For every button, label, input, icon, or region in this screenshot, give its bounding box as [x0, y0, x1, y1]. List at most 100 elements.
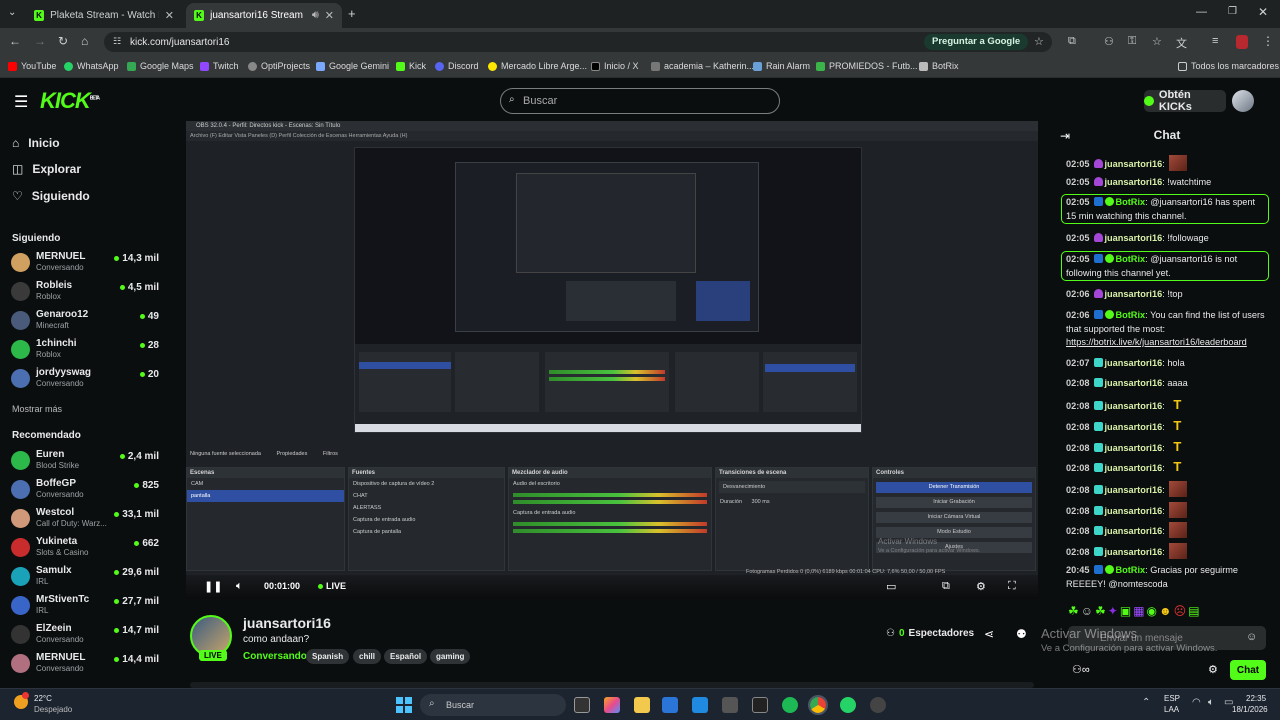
sidebar-channel[interactable]: Genaroo12 Minecraft 49 — [11, 308, 161, 336]
message-username[interactable]: juansartori16 — [1105, 463, 1163, 473]
outlook-icon[interactable] — [692, 697, 708, 713]
pause-icon[interactable]: ❚❚ — [204, 580, 222, 593]
close-tab-icon[interactable]: ✕ — [325, 9, 334, 22]
hamburger-menu-icon[interactable]: ☰ — [14, 92, 28, 112]
emote-4-icon[interactable]: ✦ — [1108, 604, 1120, 618]
taskbar-search[interactable]: ⌕ Buscar — [420, 694, 566, 716]
translate-icon[interactable]: 文 — [1176, 35, 1187, 51]
pip-icon[interactable]: ⧉ — [942, 580, 950, 593]
menu-dots-icon[interactable]: ⋮ — [1262, 34, 1274, 48]
tab-list-icon[interactable]: ⌄ — [8, 7, 16, 18]
bookmark-star-icon[interactable]: ☆ — [1034, 35, 1044, 48]
sidebar-channel[interactable]: Yukineta Slots & Casino 662 — [11, 535, 161, 563]
kick-logo[interactable]: KICKBETA — [40, 88, 100, 114]
nav-siguiendo[interactable]: ♡ Siguiendo — [12, 189, 90, 203]
sidebar-channel[interactable]: jordyyswag Conversando 20 — [11, 366, 161, 394]
clock-date[interactable]: 18/1/2026 — [1232, 705, 1268, 714]
obs-icon[interactable] — [870, 697, 886, 713]
message-username[interactable]: BotRix — [1116, 565, 1146, 575]
search-input[interactable]: ⌕ Buscar — [500, 88, 780, 114]
tag-gaming[interactable]: gaming — [430, 649, 471, 664]
bookmark-optiprojects[interactable]: OptiProjects — [248, 61, 310, 71]
minimize-icon[interactable]: — — [1196, 6, 1207, 18]
video-player[interactable]: OBS 32.0.4 - Perfil: Directos kick - Esc… — [186, 121, 1038, 599]
message-link[interactable]: https://botrix.live/k/juansartori16/lead… — [1066, 337, 1247, 347]
bookmark-twitch[interactable]: Twitch — [200, 61, 239, 71]
emote-7-icon[interactable]: ◉ — [1147, 604, 1159, 618]
volume-icon[interactable]: 🔈︎ — [236, 580, 243, 593]
message-username[interactable]: juansartori16 — [1105, 485, 1163, 495]
emote-3-icon[interactable]: ☘ — [1095, 604, 1108, 618]
clock-time[interactable]: 22:35 — [1246, 694, 1266, 703]
emote-5-icon[interactable]: ▣ — [1120, 604, 1133, 618]
user-avatar[interactable] — [1232, 90, 1254, 112]
bookmark-youtube[interactable]: YouTube — [8, 61, 56, 71]
show-more-link[interactable]: Mostrar más — [12, 404, 62, 414]
sidebar-channel[interactable]: 1chinchi Roblox 28 — [11, 337, 161, 365]
extensions-icon[interactable]: ⧉ — [1068, 35, 1076, 48]
bookmark-mercadolibre[interactable]: Mercado Libre Arge... — [488, 61, 587, 71]
emote-2-icon[interactable]: ☺ — [1081, 604, 1095, 618]
forward-icon[interactable]: → — [34, 34, 46, 48]
emote-8-icon[interactable]: ☻ — [1159, 604, 1174, 618]
profile-icon[interactable] — [1236, 35, 1248, 49]
sidebar-channel[interactable]: Robleis Roblox 4,5 mil — [11, 279, 161, 307]
file-explorer-icon[interactable] — [634, 697, 650, 713]
emote-9-icon[interactable]: ☹ — [1174, 604, 1189, 618]
bookmark-whatsapp[interactable]: WhatsApp — [64, 61, 119, 71]
sidebar-channel[interactable]: BoffeGP Conversando 825 — [11, 477, 161, 505]
send-chat-button[interactable]: Chat — [1230, 660, 1266, 680]
nav-explorar[interactable]: ◫ Explorar — [12, 162, 81, 176]
message-username[interactable]: juansartori16 — [1105, 422, 1163, 432]
site-info-icon[interactable]: ☷ — [113, 36, 121, 47]
reload-icon[interactable]: ↻ — [58, 34, 68, 48]
nav-inicio[interactable]: ⌂ Inicio — [12, 136, 60, 150]
message-username[interactable]: juansartori16 — [1105, 358, 1163, 368]
windows-start-icon[interactable] — [396, 697, 412, 713]
url-field[interactable]: ☷ kick.com/juansartori16 Preguntar a Goo… — [104, 32, 1052, 52]
password-icon[interactable]: ⚿ — [1128, 35, 1136, 48]
whatsapp-icon[interactable] — [840, 697, 856, 713]
sidebar-channel[interactable]: MERNUEL Conversando 14,4 mil — [11, 651, 161, 679]
follow-user-icon[interactable]: ⚉ — [1016, 627, 1027, 641]
message-username[interactable]: juansartori16 — [1105, 378, 1163, 388]
message-username[interactable]: juansartori16 — [1105, 506, 1163, 516]
sidebar-channel[interactable]: MrStivenTc IRL 27,7 mil — [11, 593, 161, 621]
sidebar-channel[interactable]: ElZeein Conversando 14,7 mil — [11, 622, 161, 650]
message-username[interactable]: juansartori16 — [1105, 177, 1163, 187]
message-username[interactable]: juansartori16 — [1105, 547, 1163, 557]
close-window-icon[interactable]: ✕ — [1258, 5, 1268, 19]
get-kicks-button[interactable]: Obtén KICKs — [1144, 89, 1226, 113]
tag-espanol[interactable]: Español — [384, 649, 428, 664]
sidebar-channel[interactable]: Westcol Call of Duty: Warz... 33,1 mil — [11, 506, 161, 534]
all-bookmarks[interactable]: Todos los marcadores — [1178, 61, 1279, 71]
bookmark-x[interactable]: Inicio / X — [591, 61, 639, 71]
chat-settings-icon[interactable]: ⚙ — [1208, 663, 1218, 676]
theater-mode-icon[interactable]: ▭ — [886, 580, 896, 593]
media-control-icon[interactable]: ≡ — [1212, 35, 1218, 47]
emote-10-icon[interactable]: ▤ — [1188, 604, 1201, 618]
message-username[interactable]: juansartori16 — [1105, 401, 1163, 411]
volume-tray-icon[interactable]: 🔈︎ — [1208, 697, 1214, 708]
streamer-name[interactable]: juansartori16 — [243, 615, 331, 631]
ask-google-button[interactable]: Preguntar a Google — [924, 34, 1029, 50]
message-username[interactable]: juansartori16 — [1105, 289, 1163, 299]
bookmark-discord[interactable]: Discord — [435, 61, 479, 71]
sidebar-channel[interactable]: Samulx IRL 29,6 mil — [11, 564, 161, 592]
message-username[interactable]: juansartori16 — [1105, 526, 1163, 536]
speaker-icon[interactable]: 🔊︎ — [312, 9, 319, 22]
bookmark-google-maps[interactable]: Google Maps — [127, 61, 194, 71]
epic-games-icon[interactable] — [752, 697, 768, 713]
fullscreen-icon[interactable]: ⛶ — [1008, 580, 1016, 593]
bookmark-botrix[interactable]: BotRix — [919, 61, 959, 71]
message-username[interactable]: BotRix — [1116, 310, 1146, 320]
wifi-icon[interactable]: ◠ — [1192, 697, 1201, 708]
spotify-icon[interactable] — [782, 697, 798, 713]
sidebar-channel[interactable]: Euren Blood Strike 2,4 mil — [11, 448, 161, 476]
settings-gear-icon[interactable]: ⚙ — [976, 580, 986, 593]
tag-spanish[interactable]: Spanish — [306, 649, 350, 664]
tag-chill[interactable]: chill — [353, 649, 382, 664]
bookmark-gemini[interactable]: Google Gemini — [316, 61, 389, 71]
new-tab-icon[interactable]: + — [348, 6, 356, 21]
message-username[interactable]: juansartori16 — [1105, 443, 1163, 453]
